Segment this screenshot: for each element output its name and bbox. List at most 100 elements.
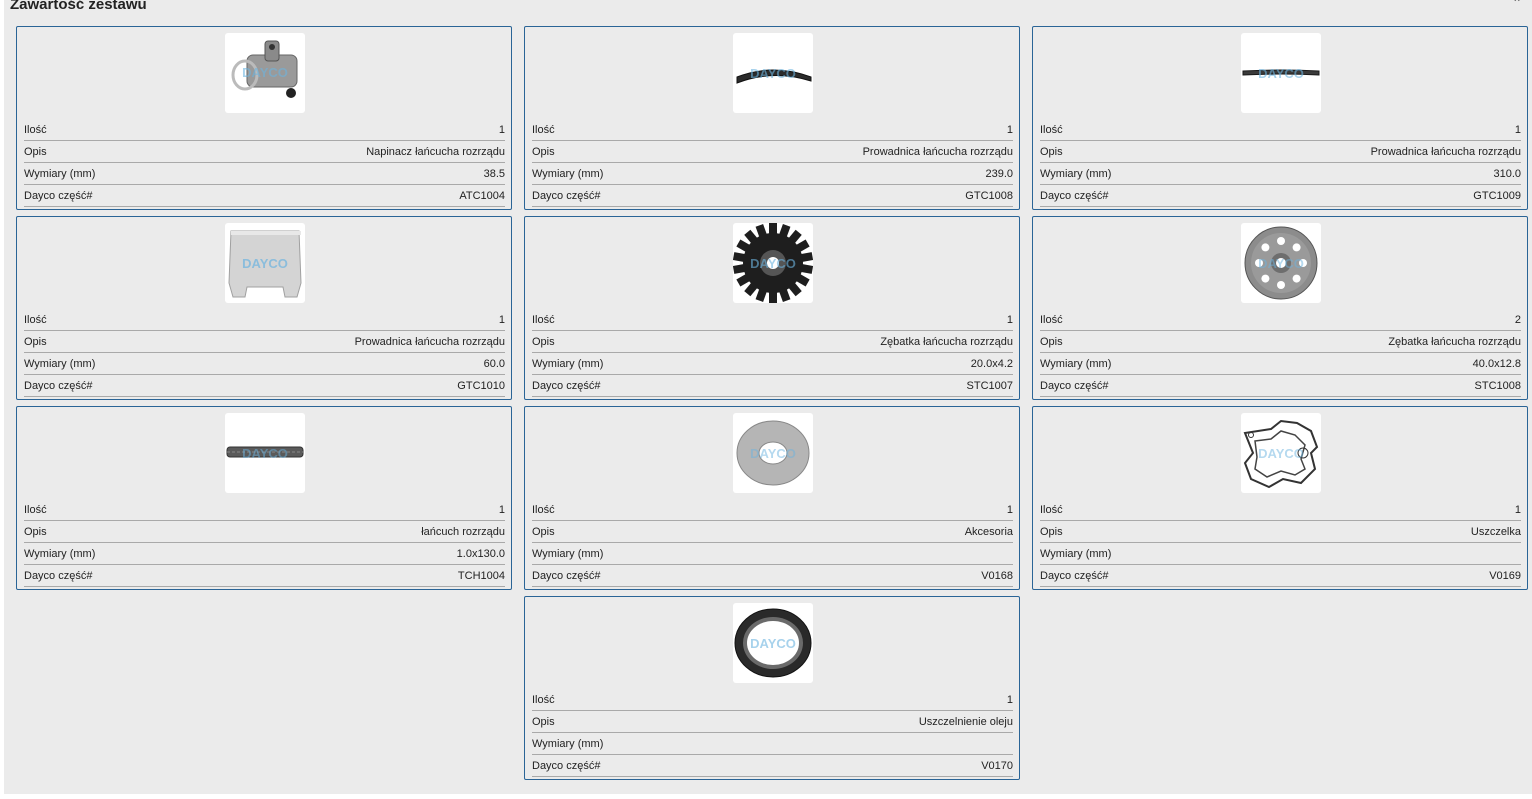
part-label: Dayco część# <box>1040 380 1109 392</box>
dayco-watermark: DAYCO <box>750 446 796 461</box>
dims-label: Wymiary (mm) <box>532 168 604 180</box>
desc-label: Opis <box>24 146 47 158</box>
desc-value: Napinacz łańcucha rozrządu <box>366 146 505 158</box>
part-label: Dayco część# <box>1040 190 1109 202</box>
dims-label: Wymiary (mm) <box>532 548 604 560</box>
desc-value: Prowadnica łańcucha rozrządu <box>862 146 1013 158</box>
qty-value: 1 <box>1006 694 1013 706</box>
kit-contents-panel: Zawartość zestawu ⌃ DAYCO Ilość 1 Opis Nap… <box>4 0 1532 794</box>
qty-label: Ilość <box>24 314 47 326</box>
desc-value: Uszczelka <box>1470 526 1521 538</box>
tensioner-icon: DAYCO <box>224 33 305 113</box>
desc-row: Opis Zębatka łańcucha rozrządu <box>532 331 1013 353</box>
dayco-watermark: DAYCO <box>1258 446 1304 461</box>
qty-label: Ilość <box>532 694 555 706</box>
qty-label: Ilość <box>532 314 555 326</box>
kit-item-card: DAYCO Ilość 1 Opis Prowadnica łańcucha roz… <box>16 216 512 400</box>
desc-row: Opis Zębatka łańcucha rozrządu <box>1040 331 1521 353</box>
desc-row: Opis Prowadnica łańcucha rozrządu <box>1040 141 1521 163</box>
dims-row: Wymiary (mm) 60.0 <box>24 353 505 375</box>
kit-item-card: DAYCO Ilość 1 Opis Prowadnica łańcucha roz… <box>524 26 1020 210</box>
kit-items-grid: DAYCO Ilość 1 Opis Napinacz łańcucha rozrz… <box>16 26 1528 780</box>
part-row: Dayco część# V0170 <box>532 755 1013 777</box>
dims-value: 20.0x4.2 <box>970 358 1013 370</box>
dims-row: Wymiary (mm) 38.5 <box>24 163 505 185</box>
dayco-watermark: DAYCO <box>1258 66 1304 81</box>
qty-row: Ilość 2 <box>1040 309 1521 331</box>
qty-label: Ilość <box>1040 124 1063 136</box>
dims-value: 1.0x130.0 <box>456 548 505 560</box>
part-row: Dayco część# STC1008 <box>1040 375 1521 397</box>
part-value: V0169 <box>1489 570 1521 582</box>
qty-row: Ilość 1 <box>532 309 1013 331</box>
qty-value: 1 <box>498 314 505 326</box>
guide-block-icon: DAYCO <box>224 223 305 303</box>
chain-guide-icon: DAYCO <box>1240 33 1321 113</box>
desc-label: Opis <box>532 336 555 348</box>
kit-item-card: DAYCO Ilość 1 Opis Zębatka łańcucha rozrzą… <box>524 216 1020 400</box>
dims-value: 40.0x12.8 <box>1472 358 1521 370</box>
dims-label: Wymiary (mm) <box>532 738 604 750</box>
part-label: Dayco część# <box>532 760 601 772</box>
kit-item-card: DAYCO Ilość 2 Opis Zębatka łańcucha rozrzą… <box>1032 216 1528 400</box>
kit-item-card: DAYCO Ilość 1 Opis Uszczelka Wymiary (mm) … <box>1032 406 1528 590</box>
desc-label: Opis <box>532 526 555 538</box>
gear-wheel-icon: DAYCO <box>1240 223 1321 303</box>
dims-label: Wymiary (mm) <box>532 358 604 370</box>
qty-row: Ilość 1 <box>24 499 505 521</box>
part-label: Dayco część# <box>24 380 93 392</box>
desc-row: Opis łańcuch rozrządu <box>24 521 505 543</box>
kit-item-card: DAYCO Ilość 1 Opis Prowadnica łańcucha roz… <box>1032 26 1528 210</box>
part-value: V0170 <box>981 760 1013 772</box>
qty-value: 1 <box>498 504 505 516</box>
dims-row: Wymiary (mm) <box>532 543 1013 565</box>
dayco-watermark: DAYCO <box>242 65 288 80</box>
dims-row: Wymiary (mm) <box>1040 543 1521 565</box>
qty-label: Ilość <box>532 124 555 136</box>
desc-label: Opis <box>1040 336 1063 348</box>
part-value: ATC1004 <box>459 190 505 202</box>
part-label: Dayco część# <box>1040 570 1109 582</box>
qty-value: 1 <box>1514 504 1521 516</box>
part-row: Dayco część# GTC1008 <box>532 185 1013 207</box>
part-value: GTC1009 <box>1473 190 1521 202</box>
oil-seal-icon: DAYCO <box>732 603 813 683</box>
qty-value: 2 <box>1514 314 1521 326</box>
part-label: Dayco część# <box>24 190 93 202</box>
dims-row: Wymiary (mm) 40.0x12.8 <box>1040 353 1521 375</box>
part-row: Dayco część# GTC1009 <box>1040 185 1521 207</box>
part-row: Dayco część# V0169 <box>1040 565 1521 587</box>
qty-value: 1 <box>1006 504 1013 516</box>
dayco-watermark: DAYCO <box>750 66 796 81</box>
washer-icon: DAYCO <box>732 413 813 493</box>
desc-label: Opis <box>1040 526 1063 538</box>
gasket-icon: DAYCO <box>1240 413 1321 493</box>
dims-row: Wymiary (mm) 1.0x130.0 <box>24 543 505 565</box>
part-label: Dayco część# <box>532 570 601 582</box>
qty-label: Ilość <box>24 124 47 136</box>
dayco-watermark: DAYCO <box>242 446 288 461</box>
dims-label: Wymiary (mm) <box>1040 358 1112 370</box>
desc-row: Opis Napinacz łańcucha rozrządu <box>24 141 505 163</box>
part-value: GTC1008 <box>965 190 1013 202</box>
dayco-watermark: DAYCO <box>750 256 796 271</box>
qty-row: Ilość 1 <box>1040 119 1521 141</box>
qty-label: Ilość <box>532 504 555 516</box>
part-row: Dayco część# STC1007 <box>532 375 1013 397</box>
qty-row: Ilość 1 <box>24 119 505 141</box>
qty-row: Ilość 1 <box>1040 499 1521 521</box>
part-label: Dayco część# <box>532 190 601 202</box>
dims-value: 310.0 <box>1493 168 1521 180</box>
chevron-up-icon[interactable]: ⌃ <box>1512 0 1522 10</box>
desc-value: Prowadnica łańcucha rozrządu <box>354 336 505 348</box>
desc-value: Zębatka łańcucha rozrządu <box>880 336 1013 348</box>
dims-row: Wymiary (mm) 239.0 <box>532 163 1013 185</box>
desc-label: Opis <box>532 716 555 728</box>
kit-item-card: DAYCO Ilość 1 Opis Akcesoria Wymiary (mm) … <box>524 406 1020 590</box>
kit-item-card: DAYCO Ilość 1 Opis Uszczelnienie oleju Wym… <box>524 596 1020 780</box>
dims-row: Wymiary (mm) <box>532 733 1013 755</box>
qty-label: Ilość <box>1040 314 1063 326</box>
dims-value: 38.5 <box>483 168 505 180</box>
qty-label: Ilość <box>24 504 47 516</box>
desc-value: Akcesoria <box>964 526 1013 538</box>
